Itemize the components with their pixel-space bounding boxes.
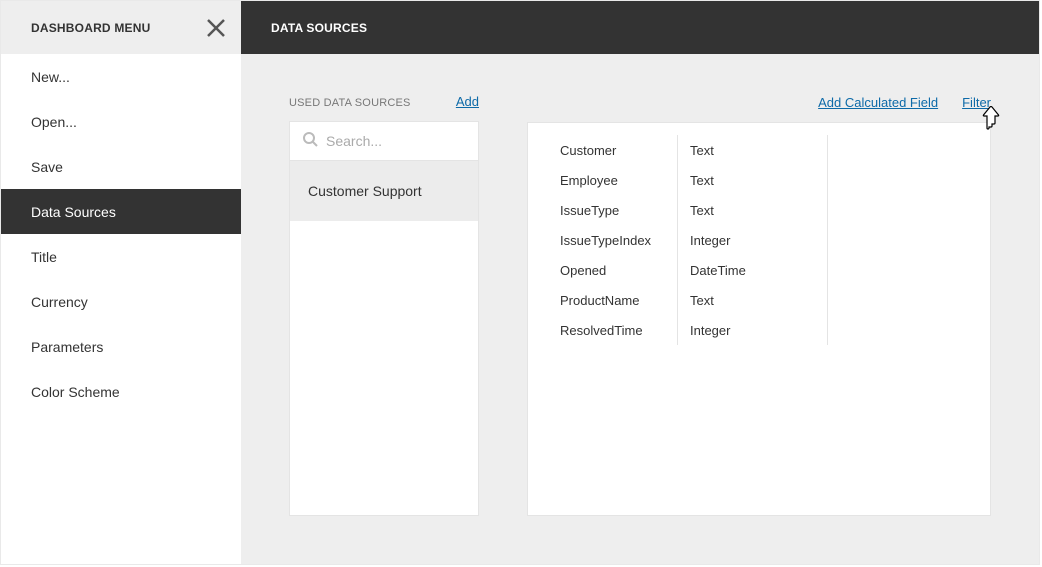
field-name[interactable]: ResolvedTime (560, 315, 677, 345)
field-types-column: TextTextTextIntegerDateTimeTextInteger (678, 135, 828, 345)
field-type: Text (690, 165, 827, 195)
field-type: DateTime (690, 255, 827, 285)
sidebar-header: DASHBOARD MENU (1, 1, 241, 54)
field-type: Text (690, 285, 827, 315)
main: DATA SOURCES USED DATA SOURCES Add (241, 1, 1039, 564)
sidebar-item-color-scheme[interactable]: Color Scheme (1, 369, 241, 414)
sidebar-item-currency[interactable]: Currency (1, 279, 241, 324)
sidebar-title: DASHBOARD MENU (31, 21, 150, 35)
sidebar-item-open[interactable]: Open... (1, 99, 241, 144)
field-name[interactable]: IssueType (560, 195, 677, 225)
sidebar-item-save[interactable]: Save (1, 144, 241, 189)
search-box[interactable] (289, 121, 479, 161)
search-icon (302, 131, 318, 152)
topbar: DATA SOURCES (241, 1, 1039, 54)
field-name[interactable]: Employee (560, 165, 677, 195)
field-type: Text (690, 135, 827, 165)
fields-box: CustomerEmployeeIssueTypeIssueTypeIndexO… (527, 122, 991, 516)
data-sources-list: Customer Support (289, 161, 479, 516)
page-title: DATA SOURCES (271, 21, 367, 35)
field-name[interactable]: IssueTypeIndex (560, 225, 677, 255)
field-name[interactable]: Customer (560, 135, 677, 165)
search-input[interactable] (326, 133, 507, 149)
filter-link[interactable]: Filter (962, 95, 991, 110)
data-sources-title: USED DATA SOURCES (289, 97, 411, 109)
field-name[interactable]: Opened (560, 255, 677, 285)
field-type: Text (690, 195, 827, 225)
data-source-item[interactable]: Customer Support (290, 161, 478, 221)
close-icon[interactable] (205, 17, 227, 39)
sidebar-item-data-sources[interactable]: Data Sources (1, 189, 241, 234)
data-sources-header: USED DATA SOURCES Add (289, 94, 479, 109)
data-sources-panel: USED DATA SOURCES Add Customer Support (289, 94, 479, 516)
field-name[interactable]: ProductName (560, 285, 677, 315)
sidebar-item-title[interactable]: Title (1, 234, 241, 279)
sidebar-item-new[interactable]: New... (1, 54, 241, 99)
sidebar-menu: New...Open...SaveData SourcesTitleCurren… (1, 54, 241, 414)
fields-header: Add Calculated Field Filter (527, 94, 991, 110)
field-names-column: CustomerEmployeeIssueTypeIssueTypeIndexO… (528, 135, 678, 345)
add-data-source-link[interactable]: Add (456, 94, 479, 109)
content: USED DATA SOURCES Add Customer Support (241, 54, 1039, 564)
field-type: Integer (690, 225, 827, 255)
sidebar: DASHBOARD MENU New...Open...SaveData Sou… (1, 1, 241, 564)
sidebar-item-parameters[interactable]: Parameters (1, 324, 241, 369)
field-type: Integer (690, 315, 827, 345)
add-calculated-field-link[interactable]: Add Calculated Field (818, 95, 938, 110)
fields-panel: Add Calculated Field Filter CustomerEmpl… (527, 94, 991, 516)
